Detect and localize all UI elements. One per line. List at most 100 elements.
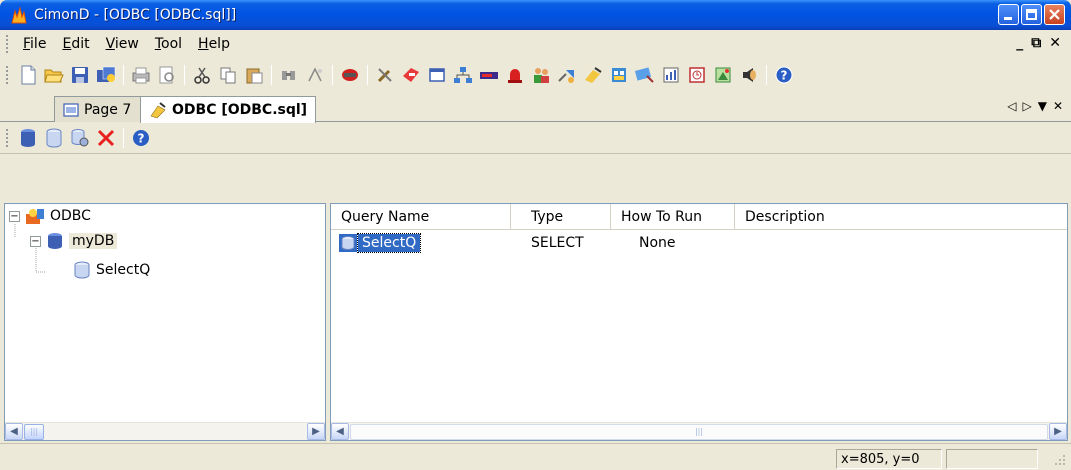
chart-icon[interactable]	[660, 64, 682, 86]
menu-edit[interactable]: Edit	[54, 36, 97, 52]
save-icon[interactable]	[69, 64, 91, 86]
cut-icon[interactable]	[191, 64, 213, 86]
minimize-icon	[1004, 17, 1012, 20]
save-all-icon[interactable]	[95, 64, 117, 86]
scroll-left-button[interactable]: ◀	[331, 423, 349, 440]
tree-node-label: SelectQ	[96, 262, 151, 278]
title-bar[interactable]: CimonD - [ODBC [ODBC.sql]]	[0, 0, 1071, 30]
delete-icon[interactable]	[95, 127, 117, 149]
scroll-right-button[interactable]: ▶	[307, 423, 325, 440]
svg-text:?: ?	[781, 69, 788, 83]
bar-icon[interactable]	[478, 64, 500, 86]
tag-icon[interactable]	[400, 64, 422, 86]
status-coordinates: x=805, y=0	[836, 449, 942, 469]
tab-list-button[interactable]: ▼	[1038, 99, 1047, 113]
tab-close-button[interactable]: ✕	[1053, 99, 1063, 113]
help-icon[interactable]: ?	[130, 127, 152, 149]
new-icon[interactable]	[17, 64, 39, 86]
close-button[interactable]	[1044, 4, 1065, 25]
scroll-right-button[interactable]: ▶	[1049, 423, 1067, 440]
image-icon[interactable]	[712, 64, 734, 86]
table-row[interactable]: SelectQ SELECT None	[331, 232, 935, 254]
list-header: Query Name Type How To Run Description	[331, 204, 1067, 230]
collapse-icon[interactable]: −	[30, 235, 41, 247]
link-icon[interactable]	[556, 64, 578, 86]
menu-view[interactable]: View	[98, 36, 147, 52]
toolbar-grip[interactable]	[6, 66, 9, 84]
toolbar-separator	[332, 65, 333, 85]
tab-page-7[interactable]: Page 7	[54, 96, 149, 122]
mdi-minimize-button[interactable]: _	[1016, 35, 1023, 51]
tree-node-mydb[interactable]: − myDB	[30, 231, 118, 251]
main-toolbar: ?	[0, 58, 1071, 92]
alarm-icon[interactable]	[504, 64, 526, 86]
debug-icon[interactable]	[339, 64, 361, 86]
status-panel-empty	[946, 449, 1038, 469]
network-icon[interactable]	[452, 64, 474, 86]
print-preview-icon[interactable]	[156, 64, 178, 86]
status-bar: x=805, y=0	[0, 443, 1071, 470]
window-icon[interactable]	[426, 64, 448, 86]
find-icon[interactable]	[278, 64, 300, 86]
cell-type: SELECT	[531, 235, 584, 251]
help-icon[interactable]: ?	[773, 64, 795, 86]
window-title: CimonD - [ODBC [ODBC.sql]]	[34, 7, 237, 23]
column-header-query-name[interactable]: Query Name	[331, 204, 511, 230]
print-icon[interactable]	[130, 64, 152, 86]
add-query-icon[interactable]	[43, 127, 65, 149]
tab-next-button[interactable]: ▷	[1022, 99, 1031, 113]
replace-icon[interactable]	[304, 64, 326, 86]
list-horizontal-scrollbar[interactable]: ◀ ||| ▶	[331, 422, 1067, 440]
add-database-icon[interactable]	[17, 127, 39, 149]
column-header-type[interactable]: Type	[511, 204, 611, 230]
odbc-icon	[150, 102, 166, 118]
page-icon	[63, 102, 79, 117]
toolbar-separator	[367, 65, 368, 85]
maximize-button[interactable]	[1021, 4, 1042, 25]
menu-grip[interactable]	[6, 35, 9, 53]
tab-odbc[interactable]: ODBC [ODBC.sql]	[140, 96, 317, 123]
scroll-left-button[interactable]: ◀	[5, 423, 23, 440]
menu-tool[interactable]: Tool	[147, 36, 190, 52]
query-list-pane[interactable]: Query Name Type How To Run Description S…	[330, 203, 1068, 441]
menu-help[interactable]: Help	[190, 36, 238, 52]
paste-icon[interactable]	[243, 64, 265, 86]
script-icon[interactable]	[582, 64, 604, 86]
properties-icon[interactable]	[69, 127, 91, 149]
scroll-thumb[interactable]: |||	[24, 423, 44, 440]
tree-node-selectq[interactable]: SelectQ	[72, 260, 150, 280]
tools-icon[interactable]	[374, 64, 396, 86]
tab-prev-button[interactable]: ◁	[1007, 99, 1016, 113]
users-icon[interactable]	[530, 64, 552, 86]
sound-icon[interactable]	[738, 64, 760, 86]
resize-grip-icon[interactable]	[1053, 453, 1067, 467]
copy-icon[interactable]	[217, 64, 239, 86]
recipe-icon[interactable]	[634, 64, 656, 86]
document-tabs: Page 7 ODBC [ODBC.sql] ◁ ▷ ▼ ✕	[0, 92, 1071, 123]
database-icon	[48, 233, 62, 249]
cell-query-name: SelectQ	[331, 233, 511, 253]
menu-file[interactable]: File	[15, 36, 54, 52]
minimize-button[interactable]	[998, 4, 1019, 25]
menu-bar: File Edit View Tool Help _ ⧉ ✕	[0, 30, 1071, 58]
toolbar-separator	[184, 65, 185, 85]
column-header-description[interactable]: Description	[735, 204, 1067, 230]
toolbar-separator	[271, 65, 272, 85]
open-icon[interactable]	[43, 64, 65, 86]
tree-horizontal-scrollbar[interactable]: ◀ ||| ▶	[5, 422, 325, 440]
cell-how-to-run: None	[639, 235, 676, 251]
timer-icon[interactable]	[686, 64, 708, 86]
scroll-thumb[interactable]: |||	[350, 423, 1048, 440]
app-logo-icon	[8, 4, 30, 26]
query-icon	[339, 234, 357, 252]
tab-label: Page 7	[84, 101, 132, 118]
report-icon[interactable]	[608, 64, 630, 86]
toolbar-grip[interactable]	[6, 128, 9, 147]
column-header-how-to-run[interactable]: How To Run	[611, 204, 735, 230]
toolbar-separator	[123, 65, 124, 85]
mdi-restore-button[interactable]: ⧉	[1031, 35, 1041, 51]
tree-pane[interactable]: − ODBC − myDB SelectQ ◀ ||| ▶	[4, 203, 326, 441]
maximize-icon	[1026, 9, 1037, 20]
query-icon	[74, 261, 90, 279]
mdi-close-button[interactable]: ✕	[1049, 35, 1061, 51]
